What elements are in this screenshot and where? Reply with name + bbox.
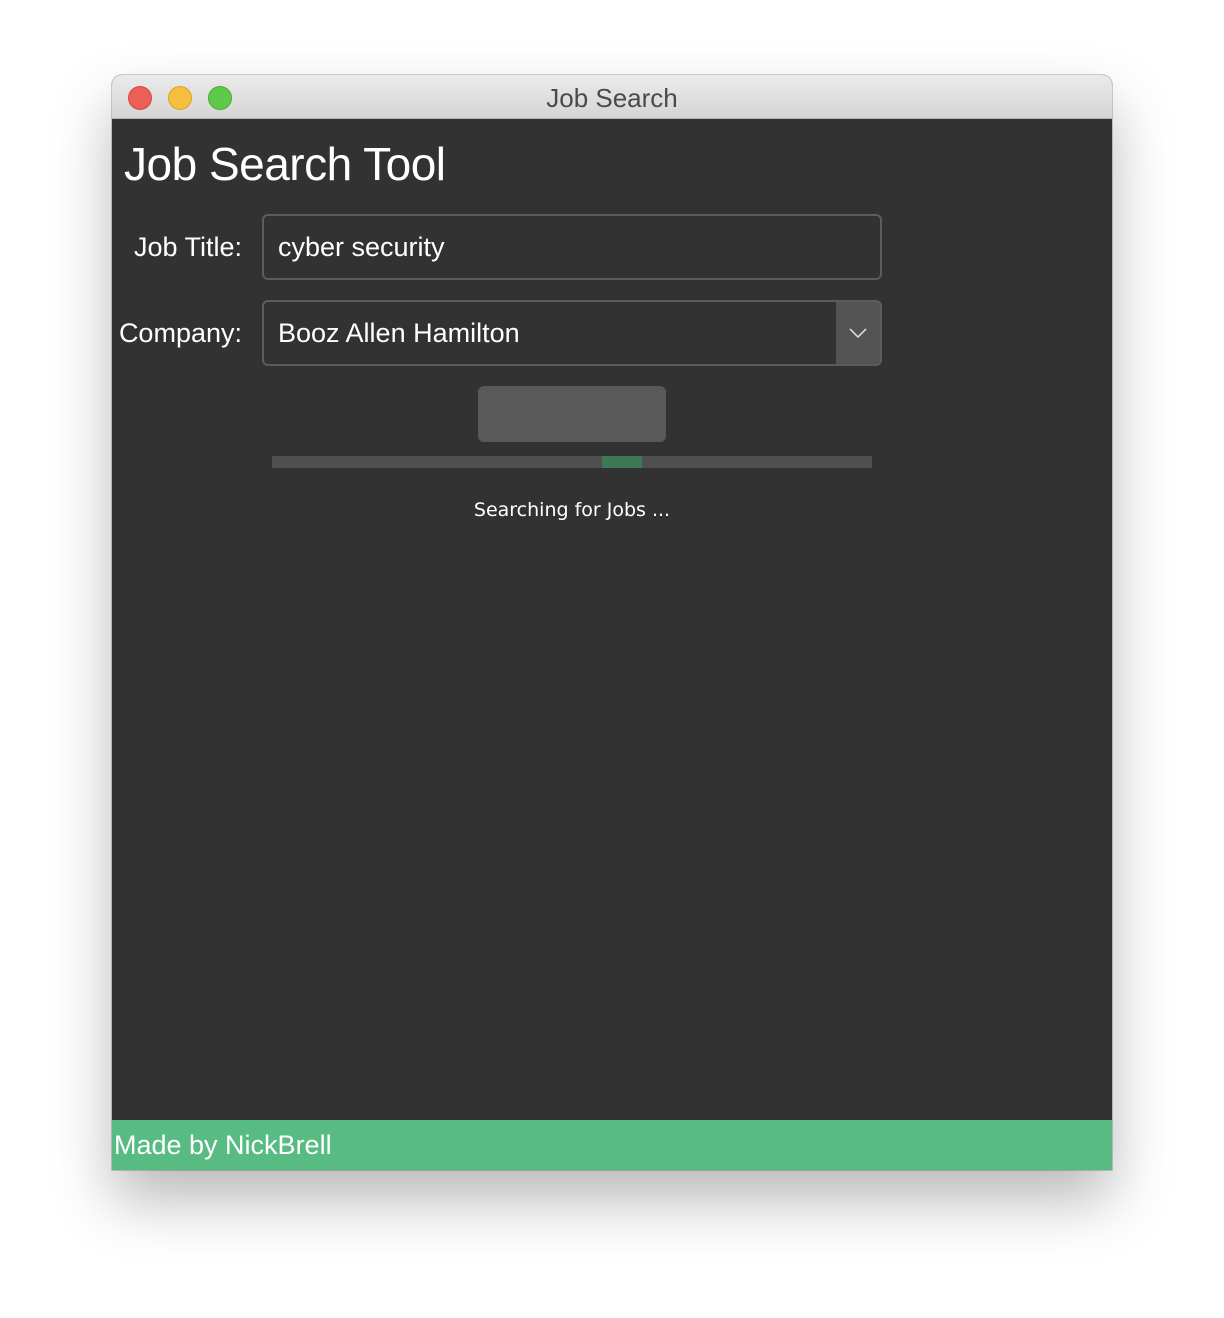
progress-bar bbox=[272, 456, 872, 468]
job-title-label: Job Title: bbox=[133, 232, 242, 262]
page-title: Job Search Tool bbox=[124, 138, 446, 190]
company-label: Company: bbox=[118, 318, 242, 348]
company-select-arrow[interactable] bbox=[836, 302, 880, 364]
app-window: Job Search Job Search Tool Job Title: Co… bbox=[112, 75, 1112, 1170]
job-title-input[interactable] bbox=[262, 214, 882, 280]
company-select[interactable]: Booz Allen Hamilton bbox=[262, 300, 882, 366]
progress-indicator bbox=[602, 456, 642, 468]
search-button[interactable] bbox=[478, 386, 666, 442]
company-select-value: Booz Allen Hamilton bbox=[278, 318, 520, 348]
window-title: Job Search bbox=[546, 83, 678, 113]
footer-bar: Made by NickBrell bbox=[112, 1120, 1112, 1170]
footer-credit: Made by NickBrell bbox=[114, 1130, 332, 1160]
chevron-down-icon bbox=[849, 328, 867, 339]
title-bar[interactable]: Job Search bbox=[112, 75, 1112, 119]
status-text: Searching for Jobs ... bbox=[473, 499, 671, 521]
